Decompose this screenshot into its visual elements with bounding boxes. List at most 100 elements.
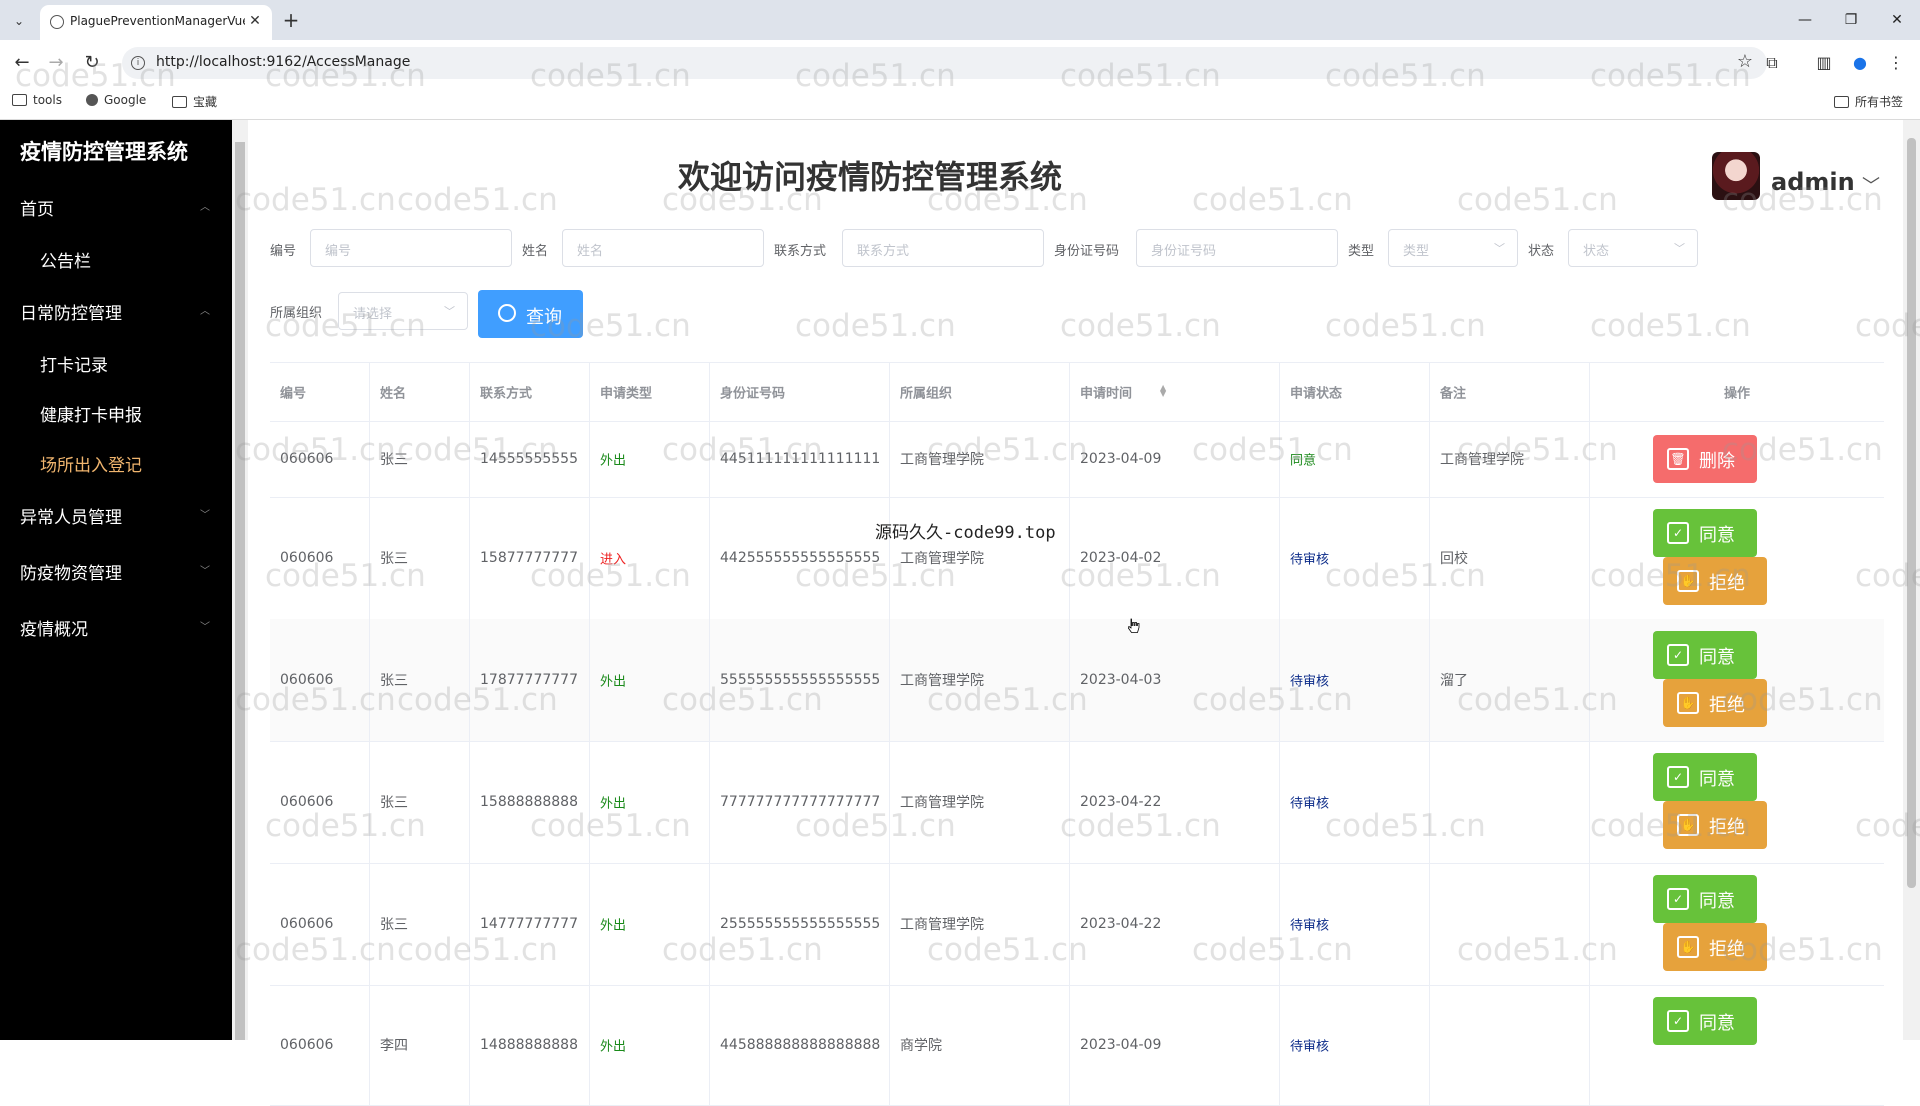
table-cell-time: 2023-04-22 [1070,863,1280,985]
menu-health-report[interactable]: 健康打卡申报 [0,388,232,438]
chevron-down-icon[interactable]: ﹀ [1862,172,1880,198]
cell-text-name: 张三 [380,452,408,468]
header-label: 备注 [1440,386,1467,402]
menu-epidemic-overview[interactable]: 疫情概况 ﹀ [0,602,232,652]
menu-kebab-icon[interactable]: ⋮ [1884,51,1908,75]
filter-idcard-input[interactable]: 身份证号码 [1136,229,1338,267]
reject-button[interactable]: ✋ 拒绝 [1663,679,1767,727]
table-cell-id: 060606 [270,741,370,863]
bookmark-star-icon[interactable]: ☆ [1737,51,1753,72]
table-cell-time: 2023-04-03 [1070,619,1280,741]
browser-tab[interactable]: PlaguePreventionManagerVue ✕ [40,5,272,40]
close-tab-icon[interactable]: ✕ [246,12,264,30]
site-info-icon[interactable]: i [131,56,145,70]
chevron-down-icon: ﹀ [1494,242,1505,255]
menu-checkin-records[interactable]: 打卡记录 [0,338,232,388]
restore-icon[interactable]: ❐ [1836,8,1866,32]
filter-org-select[interactable]: 请选择 ﹀ [338,292,468,330]
agree-button[interactable]: ✓ 同意 [1653,875,1757,923]
filter-contact-input[interactable]: 联系方式 [842,229,1044,267]
cell-text-status: 待审核 [1290,796,1330,812]
table-row: 060606 李四 14888888888 外出 445888888888888888 商… [270,985,1884,1106]
agree-button[interactable]: ✓ 同意 [1653,509,1757,557]
cell-text-time: 2023-04-09 [1080,451,1162,467]
minimize-icon[interactable]: — [1790,8,1820,32]
table-cell-name: 张三 [370,421,470,497]
all-bookmarks[interactable]: 所有书签 [1834,93,1903,110]
folder-icon [1834,95,1849,108]
query-button[interactable]: 查询 [478,290,583,338]
bookmarks-bar: tools Google 宝藏 所有书签 [0,85,1920,120]
cell-text-phone: 17877777777 [480,672,578,688]
url-bar[interactable]: i http://localhost:9162/AccessManage ☆ [122,47,1767,79]
del-button[interactable]: 🗑 删除 [1653,435,1757,483]
filter-status-select[interactable]: 状态 ﹀ [1568,229,1698,267]
extensions-icon[interactable]: ⧉ [1760,51,1784,75]
table-cell-status: 待审核 [1280,619,1430,741]
profile-icon[interactable]: ● [1848,51,1872,75]
forward-icon[interactable]: → [44,51,68,75]
avatar[interactable] [1712,152,1760,200]
cell-text-phone: 14888888888 [480,1037,578,1053]
cell-text-idcard: 255555555555555555 [720,916,881,932]
mouse-cursor-icon [1128,618,1140,633]
sidebar-scrollbar[interactable] [232,120,248,1040]
table-header-cell[interactable]: 申请时间 ▲ ▼ [1070,363,1280,421]
table-cell-phone: 14888888888 [470,985,590,1105]
page-scrollbar[interactable] [1903,120,1920,1040]
table-row: 060606 张三 15877777777 进入 442555555555555555 工… [270,497,1884,620]
table-cell-time: 2023-04-09 [1070,421,1280,497]
cell-text-id: 060606 [280,672,334,688]
scrollbar-thumb[interactable] [235,142,245,1040]
window-close-icon[interactable]: ✕ [1882,8,1912,32]
check-icon: ✓ [1667,522,1689,544]
watermark-text: code51.cn [1457,182,1618,218]
cell-text-note: 工商管理学院 [1440,452,1524,468]
filter-name-input[interactable]: 姓名 [562,229,764,267]
header-label: 联系方式 [480,386,533,402]
tab-search-chevron-icon[interactable]: ⌄ [8,10,30,32]
reject-button[interactable]: ✋ 拒绝 [1663,801,1767,849]
reject-button[interactable]: ✋ 拒绝 [1663,923,1767,971]
back-icon[interactable]: ← [10,51,34,75]
side-panel-icon[interactable]: ▥ [1812,51,1836,75]
bookmark-google[interactable]: Google [86,93,146,107]
filter-type-select[interactable]: 类型 ﹀ [1388,229,1518,267]
menu-supplies[interactable]: 防疫物资管理 ﹀ [0,546,232,596]
table-cell-phone: 15888888888 [470,741,590,863]
cell-text-name: 李四 [380,1038,408,1054]
menu-home[interactable]: 首页 ︿ [0,182,232,232]
user-name[interactable]: admin [1771,168,1855,196]
menu-access-registration[interactable]: 场所出入登记 [0,438,232,488]
table-cell-time: 2023-04-02 [1070,497,1280,619]
menu-notice-board[interactable]: 公告栏 [0,234,232,284]
tab-title: PlaguePreventionManagerVue [70,14,245,28]
new-tab-icon[interactable]: + [280,9,302,31]
cell-text-name: 张三 [380,917,408,933]
menu-abnormal-persons[interactable]: 异常人员管理 ﹀ [0,490,232,540]
watermark-text: code51.cn [1325,308,1486,344]
table-cell-idcard: 777777777777777777 [710,741,890,863]
cell-text-status: 待审核 [1290,552,1330,568]
table-cell-type: 外出 [590,863,710,985]
filter-id-input[interactable]: 编号 [310,229,512,267]
agree-button[interactable]: ✓ 同意 [1653,753,1757,801]
header-label: 申请状态 [1290,386,1343,402]
page-title: 欢迎访问疫情防控管理系统 [677,158,1062,196]
cell-text-idcard: 445888888888888888 [720,1037,881,1053]
table-cell-phone: 15877777777 [470,497,590,619]
scrollbar-thumb[interactable] [1907,138,1916,888]
reject-button[interactable]: ✋ 拒绝 [1663,557,1767,605]
url-text[interactable]: http://localhost:9162/AccessManage [156,54,410,70]
header-label: 申请类型 [600,386,653,402]
watermark-text: code51.cn [1590,308,1751,344]
bookmark-tools[interactable]: tools [12,93,62,107]
agree-button[interactable]: ✓ 同意 [1653,631,1757,679]
bookmark-treasure[interactable]: 宝藏 [172,93,217,110]
menu-daily-prevention[interactable]: 日常防控管理 ︿ [0,286,232,336]
table-cell-phone: 17877777777 [470,619,590,741]
sort-caret-icon[interactable]: ▲ ▼ [1160,384,1166,398]
table-cell-actions: ✓ 同意 [1590,985,1884,1105]
reload-icon[interactable]: ↻ [80,51,104,75]
agree-button[interactable]: ✓ 同意 [1653,997,1757,1045]
